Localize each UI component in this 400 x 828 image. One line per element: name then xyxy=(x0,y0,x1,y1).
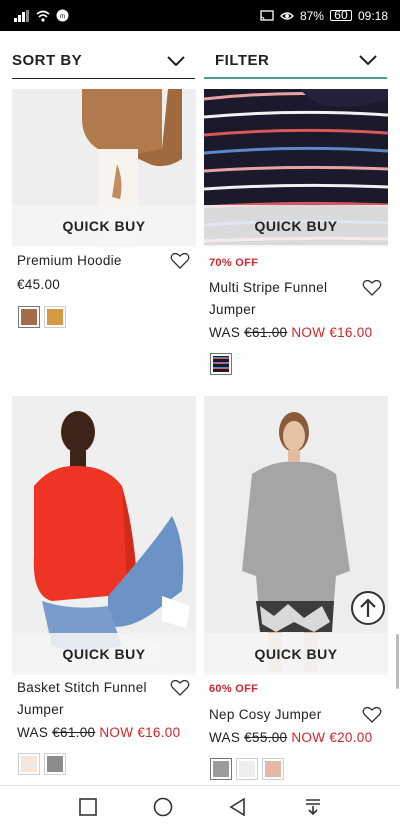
was-label: WAS xyxy=(209,325,241,340)
sort-filter-bar: SORT BY FILTER xyxy=(0,31,400,89)
now-price: NOW €20.00 xyxy=(291,730,373,745)
product-price: WAS €61.00 NOW €16.00 xyxy=(17,725,180,740)
swatch-fill xyxy=(21,309,37,325)
quick-buy-button[interactable]: QUICK BUY xyxy=(204,633,388,675)
recent-apps-button[interactable] xyxy=(76,795,100,819)
now-price: NOW €16.00 xyxy=(291,325,373,340)
triangle-back-icon xyxy=(228,798,245,816)
circle-icon xyxy=(153,797,172,817)
discount-badge: 70% OFF xyxy=(209,257,259,269)
app-notification-icon: m xyxy=(56,9,69,22)
quick-buy-button[interactable]: QUICK BUY xyxy=(12,633,196,675)
product-name-line1[interactable]: Basket Stitch Funnel xyxy=(17,677,147,699)
product-photo-grey-jumper xyxy=(204,396,388,672)
quick-buy-button[interactable]: QUICK BUY xyxy=(12,205,196,247)
back-button[interactable] xyxy=(226,795,250,819)
color-swatch[interactable] xyxy=(236,758,258,780)
color-swatch[interactable] xyxy=(18,753,40,775)
wifi-icon xyxy=(36,10,50,22)
product-grid: QUICK BUY Premium Hoodie €45.00 QUICK BU… xyxy=(0,89,400,785)
home-button[interactable] xyxy=(151,795,175,819)
notifications-pull-button[interactable] xyxy=(301,795,325,819)
product-name-line1[interactable]: Multi Stripe Funnel xyxy=(209,277,327,299)
product-name[interactable]: Nep Cosy Jumper xyxy=(209,704,322,726)
was-label: WAS xyxy=(17,725,49,740)
sort-by-dropdown[interactable]: SORT BY xyxy=(12,43,195,79)
color-swatch[interactable] xyxy=(262,758,284,780)
color-swatch[interactable] xyxy=(18,306,40,328)
clock: 09:18 xyxy=(357,8,388,23)
swatch-fill xyxy=(213,356,229,372)
square-icon xyxy=(78,798,97,816)
status-icons-right: 87% 60 09:18 xyxy=(260,9,388,23)
cast-icon xyxy=(260,9,274,21)
eye-icon xyxy=(280,11,294,20)
product-photo-red-jumper xyxy=(12,396,196,672)
quick-buy-button[interactable]: QUICK BUY xyxy=(204,205,388,247)
product-image[interactable] xyxy=(12,396,196,672)
swatch-fill xyxy=(213,761,229,777)
was-price: €55.00 xyxy=(244,730,288,745)
product-image[interactable] xyxy=(204,396,388,672)
android-nav-bar xyxy=(0,785,400,828)
swatch-fill xyxy=(47,309,63,325)
arrow-up-icon xyxy=(360,598,376,617)
status-icons-left: m xyxy=(14,9,69,22)
wishlist-heart-icon[interactable] xyxy=(170,252,190,270)
was-label: WAS xyxy=(209,730,241,745)
battery-icon: 60 xyxy=(329,9,352,21)
wishlist-heart-icon[interactable] xyxy=(170,679,190,697)
scrollbar-thumb[interactable] xyxy=(396,634,399,689)
download-icon xyxy=(305,799,320,816)
filter-dropdown[interactable]: FILTER xyxy=(204,43,387,79)
svg-text:m: m xyxy=(60,14,65,20)
now-price: NOW €16.00 xyxy=(99,725,181,740)
color-swatch[interactable] xyxy=(210,353,232,375)
product-name[interactable]: Premium Hoodie xyxy=(17,250,122,272)
status-bar: m 87% 60 09:18 xyxy=(0,0,400,31)
product-name-line2[interactable]: Jumper xyxy=(17,699,64,721)
was-price: €61.00 xyxy=(52,725,96,740)
product-price: WAS €55.00 NOW €20.00 xyxy=(209,730,372,745)
signal-icon xyxy=(14,9,29,22)
battery-percent: 87% xyxy=(299,8,324,23)
product-price: WAS €61.00 NOW €16.00 xyxy=(209,325,372,340)
sort-by-label: SORT BY xyxy=(12,52,83,69)
wishlist-heart-icon[interactable] xyxy=(362,279,382,297)
swatch-fill xyxy=(21,756,37,772)
chevron-down-icon xyxy=(359,55,377,65)
scroll-to-top-button[interactable] xyxy=(351,591,385,625)
color-swatch[interactable] xyxy=(210,758,232,780)
discount-badge: 60% OFF xyxy=(209,683,259,695)
color-swatch[interactable] xyxy=(44,306,66,328)
swatch-fill xyxy=(265,761,281,777)
wishlist-heart-icon[interactable] xyxy=(362,706,382,724)
filter-label: FILTER xyxy=(215,51,270,69)
swatch-fill xyxy=(239,761,255,777)
chevron-down-icon xyxy=(167,55,185,66)
swatch-fill xyxy=(47,756,63,772)
color-swatch[interactable] xyxy=(44,753,66,775)
product-price: €45.00 xyxy=(17,277,61,292)
was-price: €61.00 xyxy=(244,325,288,340)
product-name-line2[interactable]: Jumper xyxy=(209,299,256,321)
